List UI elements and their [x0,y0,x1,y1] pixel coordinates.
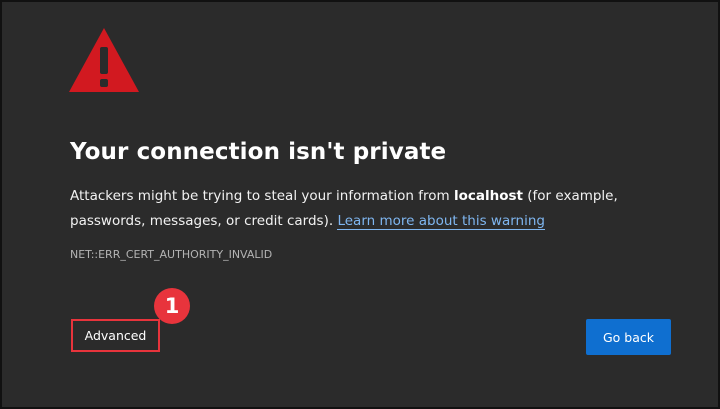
warning-message: Attackers might be trying to steal your … [70,184,690,234]
advanced-button[interactable]: Advanced [71,319,160,352]
learn-more-link[interactable]: Learn more about this warning [337,213,545,230]
host-name: localhost [453,188,523,204]
page-title: Your connection isn't private [70,139,447,165]
error-code: NET::ERR_CERT_AUTHORITY_INVALID [70,248,273,261]
warning-triangle-icon [69,28,139,92]
go-back-button[interactable]: Go back [586,319,671,355]
message-prefix: Attackers might be trying to steal your … [70,188,454,204]
step-callout-badge: 1 [154,288,190,324]
error-page: Your connection isn't private Attackers … [0,0,720,409]
